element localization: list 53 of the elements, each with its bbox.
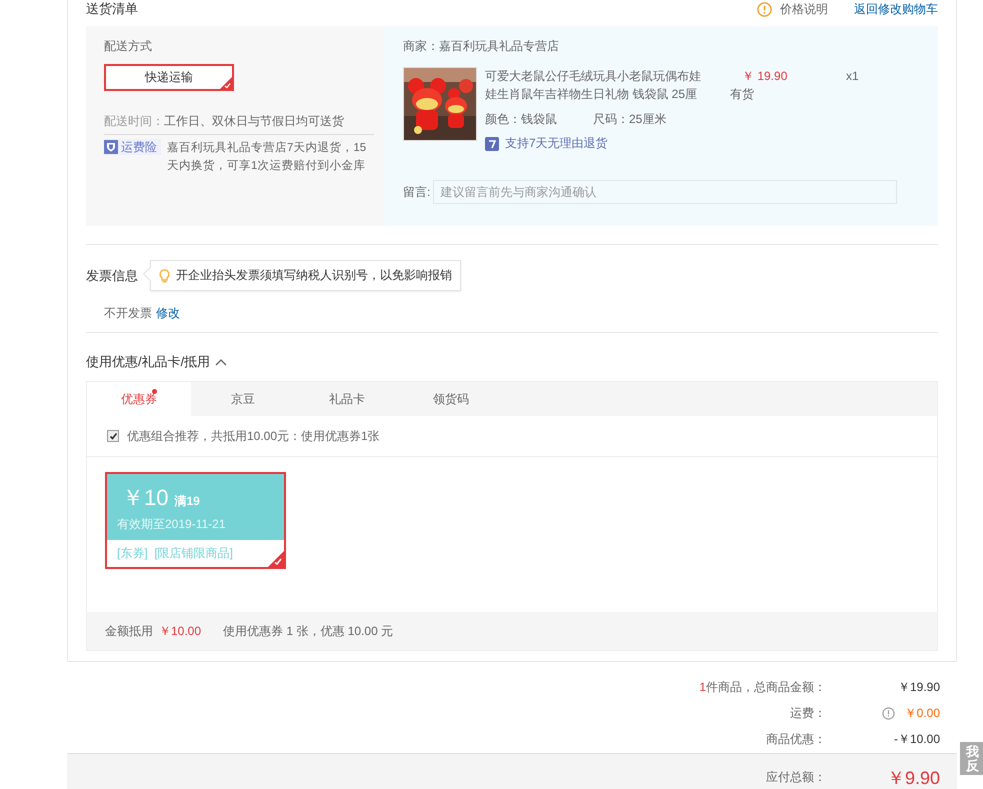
chevron-icon: [214, 357, 228, 367]
discount-tab[interactable]: 领货码: [399, 382, 503, 416]
product-size: 尺码：25厘米: [593, 111, 666, 128]
total-label: 运费：: [790, 706, 826, 720]
delivery-time-value: 工作日、双休日与节假日均可送货: [164, 114, 344, 128]
discount-tab[interactable]: 京豆: [191, 382, 295, 416]
grand-total-value: ￥9.90: [886, 766, 940, 789]
invoice-tip-text: 开企业抬头发票须填写纳税人识别号，以免影响报销: [176, 267, 452, 284]
item-count: 1: [699, 680, 706, 694]
total-value: ￥19.90: [898, 678, 940, 696]
coupon-tags: [东券] [限店铺限商品]: [117, 546, 234, 560]
alert-icon: [757, 2, 772, 16]
total-value: -￥10.00: [894, 730, 940, 748]
product-quantity: x1: [846, 68, 859, 85]
insurance-description: 嘉百利玩具礼品专营店7天内退货，15天内换货，可享1次运费赔付到小金库: [167, 140, 368, 174]
return-policy-icon: [485, 136, 499, 150]
product-title[interactable]: 可爱大老鼠公仔毛绒玩具小老鼠玩偶布娃娃生肖鼠年吉祥物生日礼物 钱袋鼠 25厘: [485, 67, 710, 103]
total-label: 商品优惠：: [766, 732, 826, 746]
stock-status: 有货: [730, 86, 755, 103]
coupon-amount: ￥10: [122, 484, 168, 512]
back-to-cart-link[interactable]: 返回修改购物车: [854, 0, 938, 18]
delivery-method-label: 配送方式: [104, 38, 152, 55]
selected-check-icon: [268, 551, 284, 567]
delivery-method-option[interactable]: 快递运输: [104, 64, 234, 91]
coupon-validity: 有效期至2019-11-21: [117, 516, 226, 533]
coupon-condition: 满19: [174, 493, 200, 510]
note-field[interactable]: 建议留言前先与商家沟通确认: [433, 180, 898, 204]
total-label: 件商品，总商品金额：: [706, 680, 826, 694]
invoice-title: 发票信息: [86, 266, 138, 284]
selected-check-icon: [220, 77, 232, 89]
deduction-label: 金额抵用: [105, 622, 153, 640]
combo-recommendation: 优惠组合推荐，共抵用10.00元：使用优惠券1张: [127, 428, 380, 444]
delivery-time-label: 配送时间：: [104, 114, 164, 128]
section-title: 送货清单: [86, 0, 138, 18]
shipping-insurance-badge: 运费险: [104, 139, 161, 155]
deduction-amount: ￥10.00: [159, 622, 202, 640]
discount-tab[interactable]: 礼品卡: [295, 382, 399, 416]
product-price: ￥ 19.90: [741, 68, 788, 85]
info-icon[interactable]: [882, 706, 895, 720]
return-policy: 支持7天无理由退货: [505, 135, 608, 152]
lightbulb-icon: [159, 268, 170, 282]
discount-toggle[interactable]: 使用优惠/礼品卡/抵用: [86, 353, 228, 371]
note-label: 留言:: [403, 184, 430, 200]
edit-invoice-link[interactable]: 修改: [156, 305, 180, 322]
product-color: 颜色：钱袋鼠: [485, 111, 557, 128]
invoice-value: 不开发票: [104, 305, 152, 322]
checkbox[interactable]: [107, 430, 119, 442]
grand-total-label: 应付总额：: [766, 769, 826, 786]
seller-name: 商家：嘉百利玩具礼品专营店: [403, 38, 560, 55]
total-value: ￥0.00: [904, 704, 940, 722]
discount-tab[interactable]: 优惠券: [87, 382, 191, 416]
price-note-link[interactable]: 价格说明: [780, 0, 828, 18]
deduction-summary: 使用优惠券 1 张，优惠 10.00 元: [223, 622, 394, 640]
